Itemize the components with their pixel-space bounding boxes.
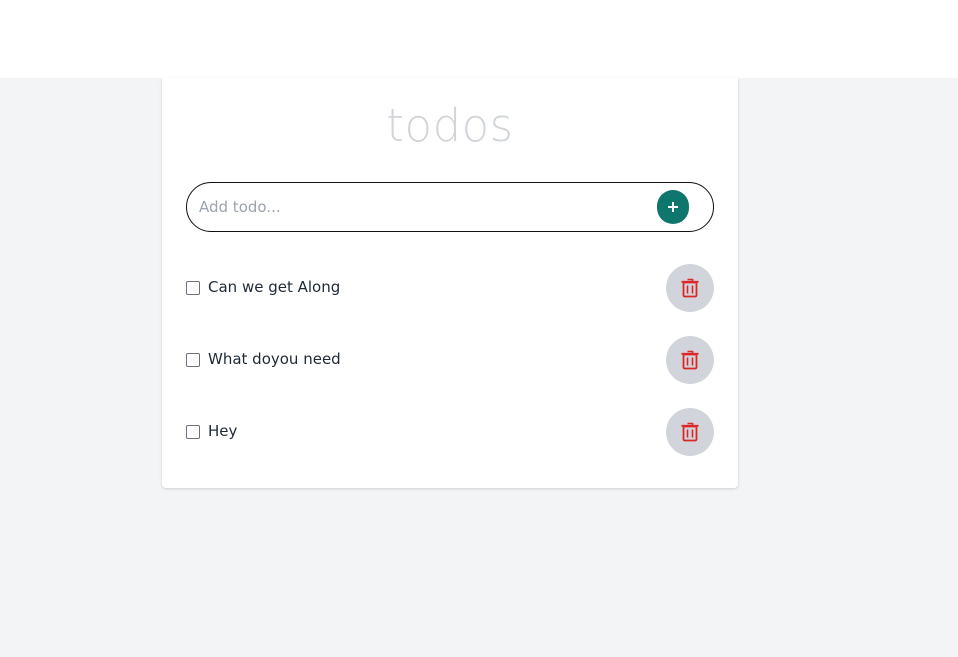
page-title: todos (386, 99, 514, 152)
delete-todo-button[interactable] (666, 408, 714, 456)
todo-item: Can we get Along (186, 264, 714, 312)
trash-icon (681, 350, 699, 370)
add-todo-button[interactable] (657, 190, 689, 224)
plus-icon (668, 202, 678, 212)
todo-item: Hey (186, 408, 714, 456)
todo-checkbox[interactable] (186, 425, 200, 439)
todo-text: Hey (208, 422, 238, 440)
trash-icon (681, 278, 699, 298)
todo-checkbox[interactable] (186, 353, 200, 367)
trash-icon (681, 422, 699, 442)
todo-input[interactable] (199, 191, 639, 223)
add-todo-form (186, 182, 714, 232)
todo-text: What doyou need (208, 350, 341, 368)
todo-list: Can we get Along What doyou need Hey (186, 264, 714, 480)
todo-card: todos Can we get Along (162, 78, 738, 488)
top-header-band (0, 0, 958, 78)
todo-item: What doyou need (186, 336, 714, 384)
delete-todo-button[interactable] (666, 336, 714, 384)
todo-checkbox[interactable] (186, 281, 200, 295)
todo-text: Can we get Along (208, 278, 341, 296)
delete-todo-button[interactable] (666, 264, 714, 312)
